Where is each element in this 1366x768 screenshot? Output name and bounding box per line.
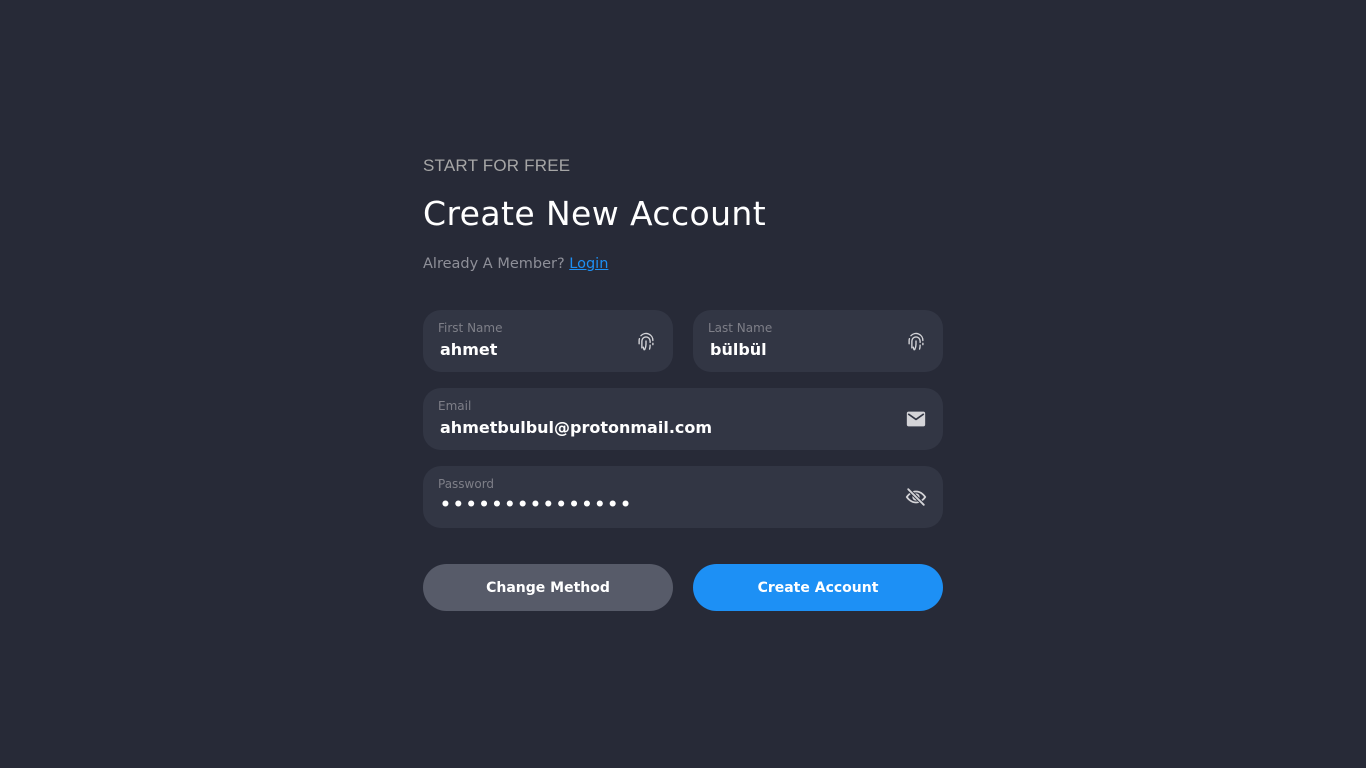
eye-slash-icon[interactable]	[905, 486, 927, 508]
password-field[interactable]: Password	[423, 466, 943, 528]
eyebrow-text: START FOR FREE	[423, 156, 571, 175]
member-text: Already A Member?	[423, 256, 565, 272]
password-label: Password	[438, 477, 495, 491]
email-field[interactable]: Email	[423, 388, 943, 450]
last-name-field[interactable]: Last Name	[693, 310, 943, 372]
first-name-label: First Name	[438, 321, 503, 335]
create-account-button[interactable]: Create Account	[693, 564, 943, 611]
page-title: Create New Account	[423, 194, 767, 233]
last-name-label: Last Name	[708, 321, 773, 335]
change-method-button[interactable]: Change Method	[423, 564, 673, 611]
signup-page: START FOR FREE Create New Account Alread…	[0, 0, 1366, 768]
email-input[interactable]	[440, 416, 880, 438]
first-name-input[interactable]	[440, 338, 610, 360]
fingerprint-icon	[908, 332, 924, 351]
first-name-field[interactable]: First Name	[423, 310, 673, 372]
last-name-input[interactable]	[710, 338, 880, 360]
envelope-icon	[906, 411, 926, 427]
email-label: Email	[438, 399, 472, 413]
login-link[interactable]: Login	[569, 256, 608, 272]
member-prompt: Already A Member? Login	[423, 256, 608, 272]
password-input[interactable]	[440, 494, 880, 516]
fingerprint-icon	[638, 332, 654, 351]
